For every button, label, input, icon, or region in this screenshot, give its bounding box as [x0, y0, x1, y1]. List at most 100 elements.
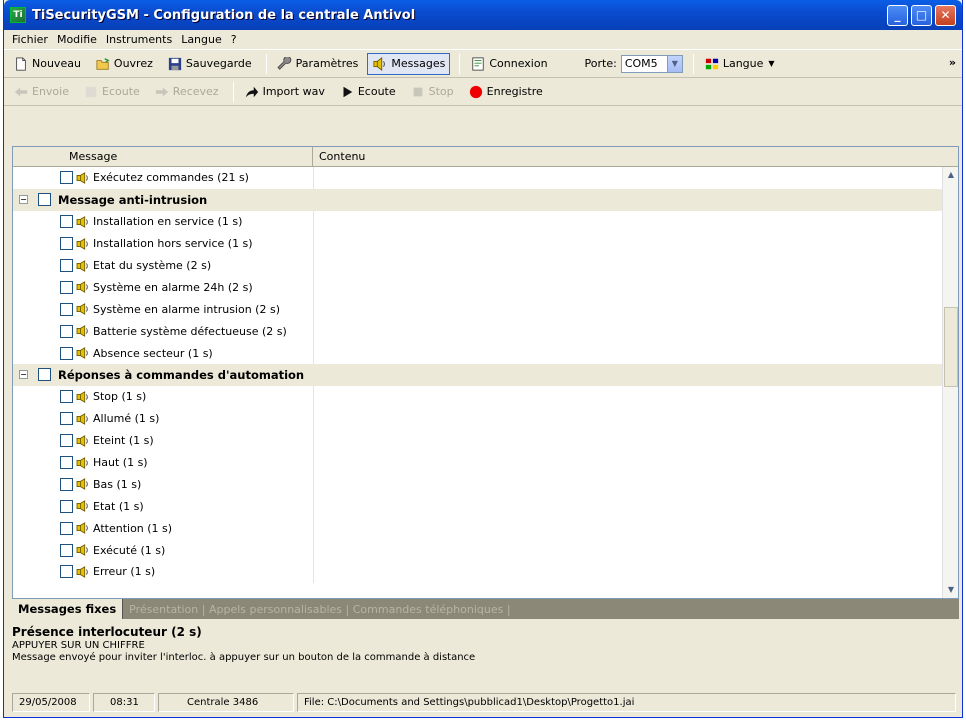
message-checkbox[interactable]: [60, 477, 73, 491]
message-row[interactable]: Exécutez commandes (21 s): [13, 167, 943, 189]
column-divider: [313, 539, 314, 562]
menu-instruments[interactable]: Instruments: [106, 33, 172, 46]
parameters-label: Paramètres: [295, 57, 359, 70]
play-button[interactable]: Ecoute: [334, 81, 401, 103]
column-header-message[interactable]: Message: [13, 147, 313, 166]
record-button[interactable]: Enregistre: [463, 81, 548, 103]
tab-messages-fixes[interactable]: Messages fixes: [12, 599, 124, 619]
collapse-icon[interactable]: −: [19, 370, 28, 380]
message-checkbox[interactable]: [60, 434, 73, 448]
column-divider: [313, 451, 314, 474]
message-checkbox[interactable]: [60, 521, 73, 535]
message-row[interactable]: Batterie système défectueuse (2 s): [13, 320, 943, 343]
toolbar-overflow-icon[interactable]: »: [949, 56, 956, 69]
wrench-icon: [277, 56, 291, 70]
message-row[interactable]: Erreur (1 s): [13, 561, 943, 583]
close-button[interactable]: ✕: [935, 4, 956, 26]
scroll-down-icon[interactable]: ▼: [943, 582, 958, 598]
grid-rows: Exécutez commandes (21 s) − Message anti-i…: [13, 167, 943, 583]
message-label: Installation en service (1 s): [93, 215, 243, 229]
message-row[interactable]: Exécuté (1 s): [13, 539, 943, 562]
message-checkbox[interactable]: [60, 543, 73, 557]
stop-label: Stop: [428, 85, 454, 98]
play-icon: [343, 86, 353, 97]
connect-button[interactable]: Connexion: [465, 53, 552, 75]
collapse-icon[interactable]: −: [19, 195, 28, 205]
message-row[interactable]: Bas (1 s): [13, 473, 943, 496]
message-toolbar: Envoie Ecoute Recevez Import wav Ecoute …: [4, 78, 962, 106]
tab-other-sections[interactable]: Présentation | Appels personnalisables |…: [123, 603, 510, 616]
message-row[interactable]: Système en alarme intrusion (2 s): [13, 298, 943, 321]
message-checkbox[interactable]: [60, 259, 73, 272]
message-checkbox[interactable]: [60, 280, 73, 294]
new-label: Nouveau: [32, 57, 81, 70]
message-row[interactable]: Système en alarme 24h (2 s): [13, 276, 943, 299]
message-row[interactable]: Installation en service (1 s): [13, 210, 943, 233]
vertical-scrollbar[interactable]: ▲ ▼: [942, 167, 958, 598]
maximize-button[interactable]: □: [911, 4, 932, 26]
message-checkbox[interactable]: [60, 302, 73, 316]
column-header-content[interactable]: Contenu: [313, 147, 365, 166]
listen-disabled-button[interactable]: Ecoute: [78, 81, 145, 103]
message-label: Absence secteur (1 s): [93, 346, 213, 360]
port-value: COM5: [624, 57, 658, 70]
group-checkbox[interactable]: [38, 193, 51, 207]
message-row[interactable]: Eteint (1 s): [13, 429, 943, 452]
message-row[interactable]: Etat (1 s): [13, 495, 943, 518]
app-icon: Ti: [10, 7, 26, 23]
message-checkbox[interactable]: [60, 499, 73, 513]
group-checkbox[interactable]: [38, 368, 51, 382]
new-button[interactable]: Nouveau: [8, 53, 86, 75]
message-checkbox[interactable]: [60, 456, 73, 470]
message-checkbox[interactable]: [60, 565, 73, 579]
dropdown-arrow-icon: ▼: [768, 59, 775, 68]
message-row[interactable]: Installation hors service (1 s): [13, 232, 943, 255]
parameters-button[interactable]: Paramètres: [272, 53, 364, 75]
message-row[interactable]: Absence secteur (1 s): [13, 342, 943, 365]
message-checkbox[interactable]: [60, 171, 73, 185]
message-row[interactable]: Attention (1 s): [13, 517, 943, 540]
message-checkbox[interactable]: [60, 215, 73, 229]
menu-bar: Fichier Modifie Instruments Langue ?: [4, 30, 962, 50]
message-label: Eteint (1 s): [93, 434, 154, 448]
detail-title: Présence interlocuteur (2 s): [12, 625, 202, 639]
minimize-button[interactable]: _: [887, 4, 908, 26]
message-checkbox[interactable]: [60, 346, 73, 360]
message-row[interactable]: Allumé (1 s): [13, 407, 943, 430]
scroll-thumb[interactable]: [944, 307, 958, 387]
messages-button[interactable]: Messages: [367, 52, 451, 75]
column-divider: [313, 517, 314, 540]
menu-fichier[interactable]: Fichier: [12, 33, 48, 46]
stop-button[interactable]: Stop: [405, 81, 459, 103]
connect-label: Connexion: [489, 57, 548, 70]
message-checkbox[interactable]: [60, 324, 73, 338]
message-checkbox[interactable]: [60, 390, 73, 404]
chevron-down-icon[interactable]: ▼: [666, 55, 682, 72]
group-row[interactable]: − Message anti-intrusion: [13, 188, 943, 211]
open-button[interactable]: Ouvrez: [90, 53, 158, 75]
record-label: Enregistre: [486, 85, 543, 98]
import-wav-button[interactable]: Import wav: [239, 81, 330, 103]
speaker-icon: [76, 456, 88, 469]
title-bar[interactable]: Ti TiSecurityGSM - Configuration de la c…: [4, 0, 962, 30]
group-row[interactable]: − Réponses à commandes d'automation: [13, 364, 943, 386]
language-button[interactable]: Langue ▼: [699, 53, 780, 75]
status-central: Centrale 3486: [158, 692, 294, 712]
menu-modifie[interactable]: Modifie: [57, 33, 97, 46]
message-row[interactable]: Haut (1 s): [13, 451, 943, 474]
scroll-up-icon[interactable]: ▲: [943, 167, 958, 183]
message-row[interactable]: Etat du système (2 s): [13, 254, 943, 277]
message-row[interactable]: Stop (1 s): [13, 385, 943, 408]
import-wav-label: Import wav: [262, 85, 325, 98]
menu-help[interactable]: ?: [231, 33, 237, 46]
new-document-icon: [16, 56, 26, 71]
menu-langue[interactable]: Langue: [181, 33, 222, 46]
message-label: Système en alarme intrusion (2 s): [93, 302, 280, 316]
save-button[interactable]: Sauvegarde: [162, 53, 257, 75]
message-checkbox[interactable]: [60, 237, 73, 251]
send-button[interactable]: Envoie: [8, 81, 74, 103]
message-checkbox[interactable]: [60, 412, 73, 426]
window-title: TiSecurityGSM - Configuration de la cent…: [32, 7, 416, 23]
port-select[interactable]: COM5 ▼: [620, 54, 683, 73]
receive-button[interactable]: Recevez: [149, 81, 224, 103]
